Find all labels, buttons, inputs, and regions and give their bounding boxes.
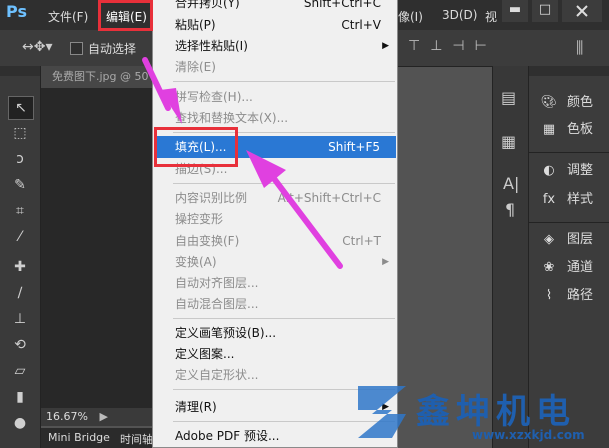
- watermark: 鑫坤机电 www.xzxkjd.com: [352, 380, 609, 448]
- watermark-title: 鑫坤机电: [416, 392, 576, 432]
- arrow-icon: [246, 150, 343, 269]
- arrow-icon: [142, 57, 182, 124]
- watermark-url: www.xzxkjd.com: [472, 428, 585, 442]
- watermark-logo-icon: [358, 386, 406, 438]
